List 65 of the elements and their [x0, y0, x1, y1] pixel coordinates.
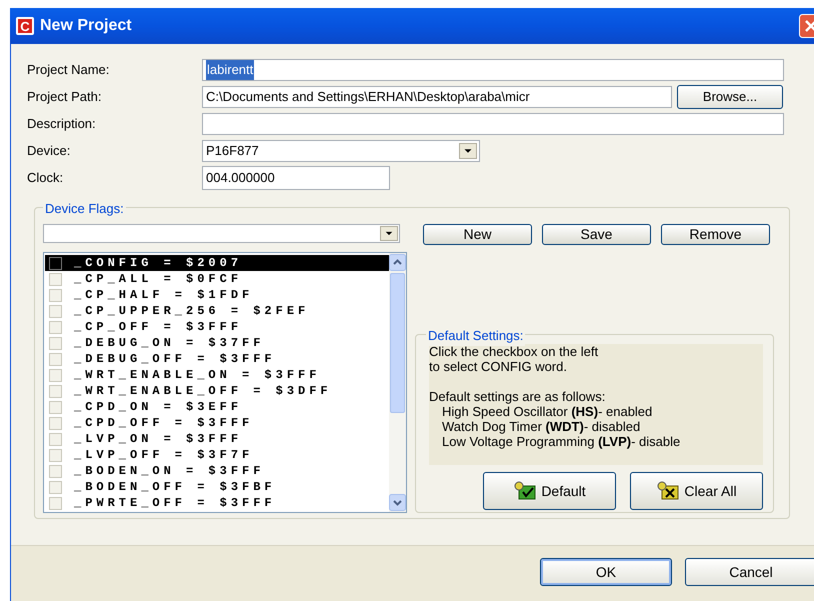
path-field[interactable]: C:\Documents and Settings\ERHAN\Desktop\araba\micr — [202, 86, 672, 108]
checkbox[interactable] — [49, 416, 62, 430]
flag-list-item[interactable]: _WRT_ENABLE_OFF = $3DFF — [45, 383, 389, 399]
scroll-down-icon — [389, 494, 406, 511]
checkbox[interactable] — [49, 304, 62, 318]
device-dropdown[interactable]: P16F877 — [202, 140, 480, 162]
flag-list-item[interactable]: _CPD_OFF = $3FFF — [45, 415, 389, 431]
info-text: to select CONFIG word. — [429, 359, 568, 374]
flag-button[interactable]: Remove — [661, 224, 770, 245]
flag-list-item[interactable]: _CP_UPPER_256 = $2FEF — [45, 303, 389, 319]
flag-list-item[interactable]: _CONFIG = $2007 — [45, 255, 389, 271]
field-label: Project Path: — [27, 88, 102, 106]
checkbox[interactable] — [49, 320, 62, 334]
checkbox[interactable] — [49, 272, 62, 286]
text-field[interactable] — [202, 113, 784, 135]
field-value: labirentt — [206, 60, 254, 80]
flag-list-item[interactable]: _CP_HALF = $1FDF — [45, 287, 389, 303]
flag-list-item[interactable]: _CP_ALL = $0FCF — [45, 271, 389, 287]
scrollbar[interactable] — [389, 253, 406, 512]
checkbox[interactable] — [49, 464, 62, 478]
checkbox[interactable] — [49, 336, 62, 350]
dialog-button[interactable]: OK — [540, 558, 672, 586]
checkbox[interactable] — [49, 352, 62, 366]
clear-all-button[interactable]: Clear All — [630, 472, 763, 510]
dialog-button[interactable]: Cancel — [685, 558, 814, 586]
info-text: Low Voltage Programming (LVP)- disable — [441, 434, 682, 449]
checkbox[interactable] — [49, 368, 62, 382]
clock-field[interactable]: 004.000000 — [202, 166, 390, 190]
checkbox[interactable] — [49, 288, 62, 302]
app-logo: C — [16, 17, 34, 35]
window-title: New Project — [40, 16, 133, 36]
check-icon — [513, 481, 538, 501]
flag-list-item[interactable]: _CP_OFF = $3FFF — [45, 319, 389, 335]
flag-list-item[interactable]: _PWRTE_OFF = $3FFF — [45, 495, 389, 511]
field-label: Project Name: — [27, 61, 110, 80]
flag-list-item[interactable]: _CPD_ON = $3EFF — [45, 399, 389, 415]
checkbox[interactable] — [49, 432, 62, 446]
flag-list-item[interactable]: _DEBUG_OFF = $3FFF — [45, 351, 389, 367]
browse-button[interactable]: Browse... — [677, 85, 783, 109]
info-text: Default settings are as follows: — [429, 389, 606, 404]
flag-button[interactable]: Save — [542, 224, 651, 245]
checkbox[interactable] — [49, 448, 62, 462]
info-text: Click the checkbox on the left — [429, 344, 600, 359]
flag-list-item[interactable]: _BODEN_OFF = $3FBF — [45, 479, 389, 495]
flag-list-item[interactable]: _LVP_ON = $3FFF — [45, 431, 389, 447]
checkbox[interactable] — [49, 480, 62, 494]
checkbox[interactable] — [49, 256, 62, 270]
checkbox[interactable] — [49, 384, 62, 398]
scroll-up-icon — [389, 254, 406, 271]
field-label: Clock: — [27, 169, 64, 188]
default-button[interactable]: Default — [483, 472, 616, 510]
flag-list-item[interactable]: _DEBUG_ON = $37FF — [45, 335, 389, 351]
info-text: High Speed Oscillator (HS)- enabled — [441, 404, 654, 419]
flags-dropdown[interactable] — [43, 224, 400, 243]
text-field[interactable]: labirentt — [202, 59, 784, 81]
field-label: Device: — [27, 142, 72, 160]
flag-button[interactable]: New — [423, 224, 532, 245]
flag-list-item[interactable]: _WRT_ENABLE_ON = $3FFF — [45, 367, 389, 383]
flag-list-item[interactable]: _BODEN_ON = $3FFF — [45, 463, 389, 479]
flag-list-item[interactable]: _LVP_OFF = $3F7F — [45, 447, 389, 463]
checkbox[interactable] — [49, 496, 62, 510]
field-label: Description: — [27, 115, 97, 134]
checkbox[interactable] — [49, 400, 62, 414]
info-text: Watch Dog Timer (WDT)- disabled — [441, 419, 642, 434]
clear-icon — [656, 481, 680, 501]
